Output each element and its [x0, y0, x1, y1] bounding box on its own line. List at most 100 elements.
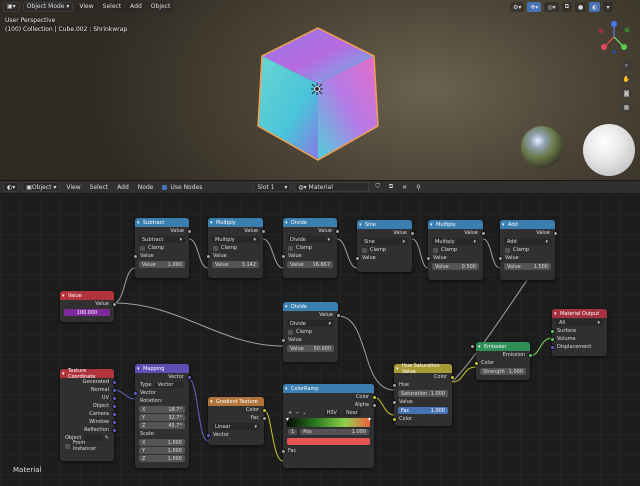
input-socket[interactable] — [132, 390, 138, 396]
ne-menu-add[interactable]: Add — [114, 182, 132, 192]
output-socket[interactable] — [111, 403, 117, 409]
ramp-menu-icon[interactable]: ⌄ — [302, 410, 306, 416]
input-socket[interactable] — [205, 432, 211, 438]
output-socket[interactable] — [186, 228, 192, 234]
node-header[interactable]: ColorRamp — [283, 384, 374, 393]
rotation-z-field[interactable]: Z 45.7° — [139, 422, 185, 429]
menu-add[interactable]: Add — [127, 1, 145, 12]
use-nodes-toggle[interactable]: Use Nodes — [159, 182, 205, 192]
interpolation-dropdown[interactable]: Near — [342, 410, 361, 416]
value-field[interactable]: Value 50.000 — [287, 345, 334, 352]
saturation-field[interactable]: Saturation 1.000 — [398, 390, 448, 397]
scale-x-field[interactable]: X 1.000 — [139, 439, 185, 446]
overlay-toggle-icon[interactable]: ◎▾ — [544, 2, 559, 12]
node-gradient-texture[interactable]: Gradient Texture Color Fac Linear ▾ Vecto… — [205, 397, 267, 445]
fake-user-shield-icon[interactable]: ⛉ — [372, 182, 383, 192]
menu-select[interactable]: Select — [99, 1, 125, 12]
value-field[interactable]: Value 0.500 — [432, 263, 479, 270]
input-socket[interactable] — [497, 255, 503, 261]
node-emission[interactable]: Emission Emission Color Strength1.000 — [470, 342, 533, 380]
checkbox-icon[interactable] — [213, 245, 218, 251]
output-socket[interactable] — [186, 374, 192, 380]
target-dropdown[interactable]: All ▾ — [556, 319, 603, 326]
type-value[interactable]: Vector — [155, 382, 184, 388]
output-socket[interactable] — [261, 415, 267, 421]
ne-menu-view[interactable]: View — [63, 182, 83, 192]
output-socket[interactable] — [111, 301, 117, 307]
node-texture-coordinate[interactable]: Texture Coordinate Generated Normal UV O… — [60, 368, 117, 461]
input-socket[interactable] — [549, 336, 555, 342]
output-socket[interactable] — [449, 374, 455, 380]
input-socket[interactable] — [354, 255, 360, 261]
position-field[interactable]: Pos 1.000 — [300, 429, 369, 435]
operation-dropdown[interactable]: Subtract ▾ — [139, 236, 185, 243]
node-header[interactable]: Value — [60, 291, 114, 300]
value-field[interactable]: Value 1.000 — [139, 261, 185, 268]
checkbox-icon[interactable] — [288, 245, 293, 251]
clamp-option[interactable]: Clamp — [428, 246, 483, 254]
operation-dropdown[interactable]: Add ▾ — [504, 238, 551, 245]
output-socket[interactable] — [111, 387, 117, 393]
node-header[interactable]: Divide — [283, 218, 337, 227]
rotation-y-field[interactable]: Y 32.7° — [139, 414, 185, 421]
node-header[interactable]: Hue Saturation Value — [394, 363, 452, 375]
stop-index-field[interactable]: 1 — [288, 429, 298, 435]
node-header[interactable]: Sine — [357, 220, 412, 229]
node-header[interactable]: Multiply — [428, 220, 483, 229]
node-header[interactable]: Multiply — [208, 218, 263, 227]
node-header[interactable]: Add — [500, 220, 555, 229]
scale-y-field[interactable]: Y 1.000 — [139, 447, 185, 454]
shading-material-icon[interactable]: ◐ — [589, 2, 601, 12]
input-socket[interactable] — [549, 328, 555, 334]
3d-viewport[interactable]: ▣▾ Object Mode ▾ View Select Add Object … — [0, 0, 640, 180]
checkbox-icon[interactable] — [140, 245, 145, 251]
pin-icon[interactable]: ⚲ — [413, 182, 423, 192]
unlink-close-icon[interactable]: ✕ — [399, 182, 410, 192]
menu-object[interactable]: Object — [147, 1, 174, 12]
output-socket[interactable] — [111, 411, 117, 417]
strength-field[interactable]: Strength 1.000 — [470, 343, 526, 375]
remove-stop-icon[interactable]: − — [295, 410, 299, 416]
node-divide[interactable]: Divide Value Divide ▾ Clamp Value Value 16… — [280, 218, 340, 278]
node-mapping[interactable]: Mapping Vector TypeVector Vector Rotatio… — [132, 364, 192, 468]
color-mode-dropdown[interactable]: HSV — [323, 410, 340, 416]
value-field[interactable]: Value 16.667 — [287, 261, 333, 268]
zoom-icon[interactable]: ⌕ — [621, 60, 632, 71]
node-sine[interactable]: Sine Value Sine ▾ Clamp Value — [354, 220, 415, 272]
node-canvas[interactable]: Subtract Value Subtract ▾ Clamp Value Val… — [0, 194, 640, 486]
ne-menu-select[interactable]: Select — [87, 182, 112, 192]
input-socket[interactable] — [280, 448, 286, 454]
output-socket[interactable] — [111, 419, 117, 425]
rotation-x-field[interactable]: X 18.7° — [139, 406, 185, 413]
input-socket[interactable] — [470, 343, 475, 349]
clamp-option[interactable]: Clamp — [500, 246, 555, 254]
node-header[interactable]: Material Output — [552, 309, 607, 318]
input-socket[interactable] — [391, 382, 397, 388]
node-header[interactable]: Divide — [283, 302, 338, 311]
checkbox-icon[interactable] — [362, 247, 367, 253]
scale-z-field[interactable]: Z 1.000 — [139, 455, 185, 462]
from-instancer-option[interactable]: From Instancer — [60, 440, 114, 452]
node-value[interactable]: Value Value 100.000 — [60, 291, 117, 322]
fac-field[interactable]: Fac 1.000 — [398, 407, 448, 414]
checkbox-icon[interactable] — [505, 247, 510, 253]
node-material-output[interactable]: Material Output All ▾ Surface Volume Disp… — [549, 309, 607, 356]
input-socket[interactable] — [132, 253, 138, 259]
editor-type-button[interactable]: ▣▾ — [3, 1, 20, 12]
hdri-preview-sphere[interactable] — [521, 126, 563, 168]
input-socket[interactable] — [473, 360, 479, 366]
pan-hand-icon[interactable]: ✋ — [621, 74, 632, 85]
input-socket[interactable] — [391, 399, 397, 405]
color-ramp-bar[interactable]: ▾ ▾ — [286, 416, 371, 427]
shading-dropdown-icon[interactable]: ▾ — [603, 2, 613, 12]
output-socket[interactable] — [409, 230, 415, 236]
output-socket[interactable] — [552, 230, 558, 236]
type-dropdown[interactable]: Type Vector — [135, 381, 189, 389]
operation-dropdown[interactable]: Divide ▾ — [287, 236, 333, 243]
operation-dropdown[interactable]: Multiply ▾ — [432, 238, 479, 245]
ramp-stop-left[interactable]: ▾ — [286, 416, 289, 423]
checkbox-icon[interactable] — [288, 329, 293, 335]
input-socket[interactable] — [549, 344, 555, 350]
node-header[interactable]: Emission — [476, 342, 530, 351]
node-header[interactable]: Subtract — [135, 218, 189, 227]
